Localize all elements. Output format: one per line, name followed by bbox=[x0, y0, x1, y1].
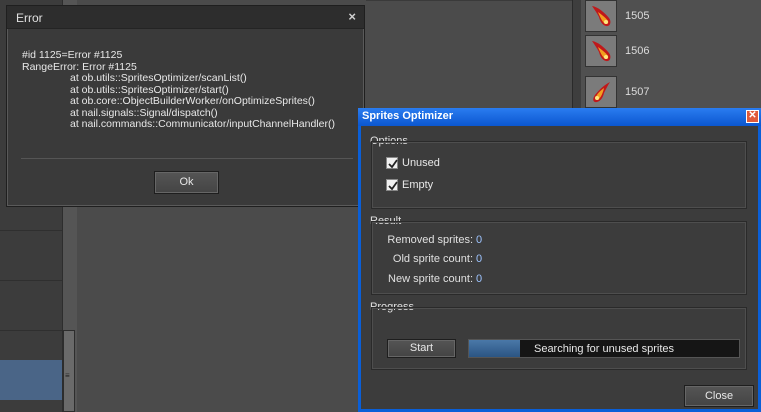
error-title: Error bbox=[16, 11, 43, 25]
close-icon[interactable]: ✕ bbox=[746, 110, 759, 123]
stack-trace-line: at nail.commands::Communicator/inputChan… bbox=[70, 118, 335, 130]
fireball-icon bbox=[585, 0, 617, 32]
sprite-id-label: 1505 bbox=[625, 10, 650, 22]
divider bbox=[21, 158, 353, 159]
ok-button[interactable]: Ok bbox=[154, 171, 219, 194]
sprites-optimizer-window: Sprites Optimizer ✕ Options Unused Empty… bbox=[358, 108, 761, 412]
error-dialog: Error × #id 1125=Error #1125 RangeError:… bbox=[6, 5, 365, 207]
scrollbar-grip-icon: ≡ bbox=[65, 371, 70, 380]
optimizer-title-bar[interactable]: Sprites Optimizer ✕ bbox=[358, 108, 761, 126]
old-sprite-count-value: 0 bbox=[476, 253, 483, 265]
fireball-icon bbox=[585, 35, 617, 67]
unused-label: Unused bbox=[402, 157, 440, 169]
panel-border bbox=[366, 0, 572, 1]
progress-bar: Searching for unused sprites bbox=[468, 339, 740, 358]
selected-list-row[interactable] bbox=[0, 360, 62, 400]
new-sprite-count-value: 0 bbox=[476, 273, 483, 285]
row-divider bbox=[0, 230, 62, 231]
start-button[interactable]: Start bbox=[387, 339, 456, 358]
window-title: Sprites Optimizer bbox=[362, 110, 454, 122]
old-sprite-count-label: Old sprite count: bbox=[392, 253, 473, 265]
removed-sprites-value: 0 bbox=[476, 234, 483, 246]
list-item[interactable]: 1505 bbox=[585, 0, 761, 34]
stack-trace-line: at ob.core::ObjectBuilderWorker/onOptimi… bbox=[70, 95, 315, 107]
close-button[interactable]: Close bbox=[684, 385, 754, 407]
empty-label: Empty bbox=[402, 179, 434, 191]
list-item[interactable]: 1507 bbox=[585, 76, 761, 110]
removed-sprites-label: Removed sprites: bbox=[387, 234, 473, 246]
list-item[interactable]: 1506 bbox=[585, 35, 761, 69]
fireball-icon bbox=[585, 76, 617, 108]
options-group bbox=[371, 141, 747, 209]
close-icon[interactable]: × bbox=[348, 9, 356, 24]
sprite-id-label: 1507 bbox=[625, 86, 650, 98]
empty-checkbox[interactable] bbox=[386, 179, 398, 191]
row-divider bbox=[0, 280, 62, 281]
error-message: #id 1125=Error #1125 RangeError: Error #… bbox=[22, 49, 352, 131]
unused-checkbox[interactable] bbox=[386, 157, 398, 169]
stack-trace-line: at ob.utils::SpritesOptimizer/scanList() bbox=[70, 72, 247, 84]
optimizer-body: Options Unused Empty Result Removed spri… bbox=[361, 126, 758, 409]
row-divider bbox=[0, 330, 62, 331]
sprite-id-label: 1506 bbox=[625, 45, 650, 57]
error-line: #id 1125=Error #1125 bbox=[22, 49, 123, 61]
error-title-bar[interactable]: Error × bbox=[7, 6, 364, 29]
new-sprite-count-label: New sprite count: bbox=[388, 273, 473, 285]
progress-status-text: Searching for unused sprites bbox=[533, 343, 675, 355]
